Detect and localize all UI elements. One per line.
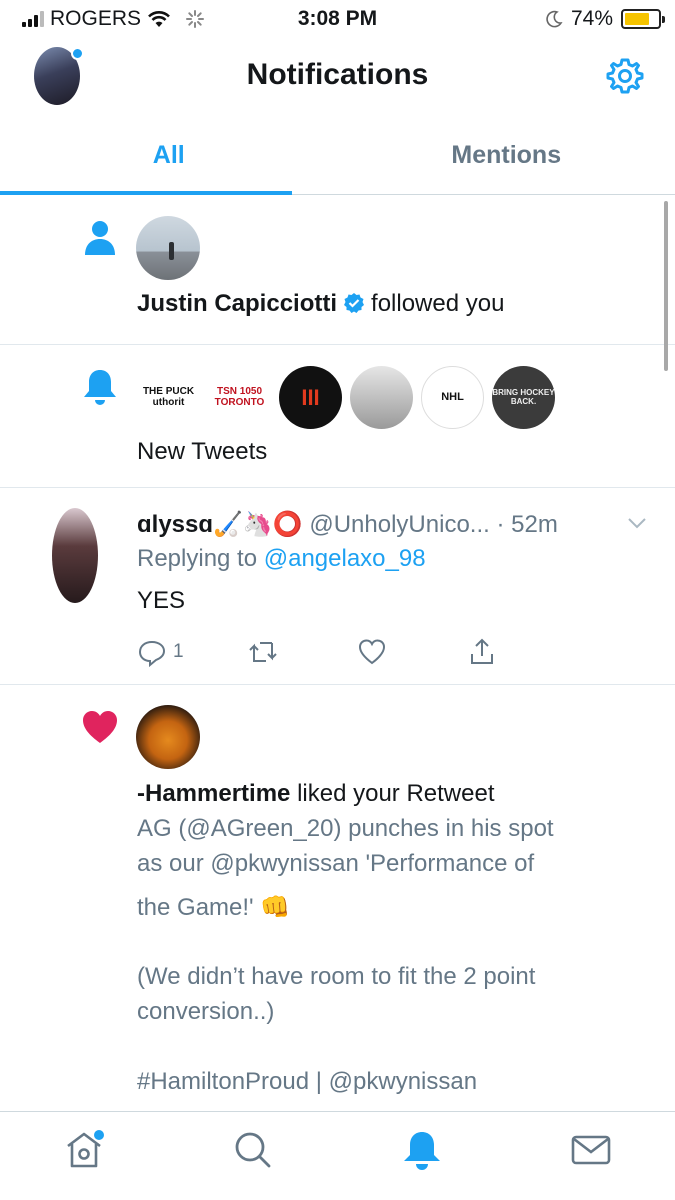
tweet-time: · 52m [496,511,558,538]
tweet-actions: 1 [137,637,577,667]
replying-to-line: Replying to @angelaxo_98 [137,545,426,573]
heart-outline-icon [358,639,386,665]
liker-avatar[interactable] [136,705,200,769]
retweet-icon [249,642,277,662]
avatar-tsn1050[interactable]: TSN 1050 TORONTO [208,366,271,429]
moon-icon [546,10,563,28]
search-icon [235,1132,271,1168]
like-text: -Hammertime liked your Retweet [137,780,495,808]
tweet-author-handle[interactable]: @UnholyUnico... [309,511,489,538]
follow-text: Justin Capicciotti followed you [137,290,504,318]
tweet-card[interactable]: ɑlyssɑ🏑🦄⭕ @UnholyUnico... · 52m Replying… [0,488,675,685]
liked-tweet-line: #HamiltonProud | @pkwynissan [137,1068,478,1095]
battery-icon [621,9,665,29]
reply-count: 1 [173,641,184,662]
retweet-button[interactable] [247,637,357,667]
replying-to-link[interactable]: @angelaxo_98 [264,545,426,572]
new-tweets-label: New Tweets [137,438,268,465]
page-title: Notifications [246,58,429,91]
like-action: liked your Retweet [297,780,495,807]
avatar-nhl[interactable]: NHL [421,366,484,429]
tweet-header: ɑlyssɑ🏑🦄⭕ @UnholyUnico... · 52m [137,510,649,539]
user-avatar[interactable] [136,216,200,280]
bell-icon [84,370,116,405]
nav-notifications[interactable] [338,1112,507,1200]
reply-button[interactable]: 1 [137,637,247,667]
follow-notification[interactable]: Justin Capicciotti followed you [0,195,675,371]
avatar-bring-hockey-back[interactable]: BRING HOCKEY BACK. [492,366,555,429]
share-button[interactable] [467,637,577,667]
bell-icon [403,1132,440,1170]
bottom-nav [0,1111,675,1200]
tweet-author-name[interactable]: ɑlyssɑ🏑🦄⭕ [137,511,303,538]
gear-icon[interactable] [605,56,645,96]
tab-all[interactable]: All [0,116,338,194]
nav-search[interactable] [169,1112,338,1200]
share-icon [471,638,493,664]
liked-tweet-line: AG (@AGreen_20) punches in his spot [137,815,554,842]
liked-tweet-line: the Game!' 👊 [137,894,291,921]
verified-badge-icon [344,293,365,313]
new-tweets-notification[interactable]: THE PUCK uthorit TSN 1050 TORONTO III NH… [0,345,675,488]
notifications-feed[interactable]: Justin Capicciotti followed you THE PUCK… [0,195,675,1111]
battery-percent: 74% [570,7,613,30]
header: Notifications [0,38,675,116]
replying-prefix: Replying to [137,545,258,572]
mail-icon [571,1135,610,1165]
person-icon [85,221,115,255]
like-button[interactable] [357,637,467,667]
follower-name[interactable]: Justin Capicciotti [137,290,337,317]
tab-mentions[interactable]: Mentions [338,116,675,194]
status-right: 74% [545,7,665,31]
chevron-down-icon[interactable] [626,516,648,530]
home-unread-dot [94,1130,104,1140]
heart-filled-icon [83,711,117,743]
reply-icon [138,640,166,667]
new-tweets-avatars: THE PUCK uthorit TSN 1050 TORONTO III NH… [137,366,555,429]
like-notification[interactable]: -Hammertime liked your Retweet AG (@AGre… [0,685,675,1111]
nav-home[interactable] [0,1112,169,1200]
liked-tweet-line: (We didn’t have room to fit the 2 point [137,963,536,990]
tweet-text: YES [137,587,186,614]
avatar-grey-photo[interactable] [350,366,413,429]
tweet-author-avatar[interactable] [52,508,98,603]
liked-tweet-line: conversion..) [137,998,275,1025]
avatar-iii[interactable]: III [279,366,342,429]
status-bar: ROGERS 3:08 PM 74% [0,0,675,38]
tab-bar: All Mentions [0,116,675,195]
liked-tweet-line: as our @pkwynissan 'Performance of [137,850,535,877]
liker-name[interactable]: -Hammertime [137,780,290,807]
avatar-puck-authority[interactable]: THE PUCK uthorit [137,366,200,429]
follow-action: followed you [371,290,505,317]
nav-messages[interactable] [506,1112,675,1200]
